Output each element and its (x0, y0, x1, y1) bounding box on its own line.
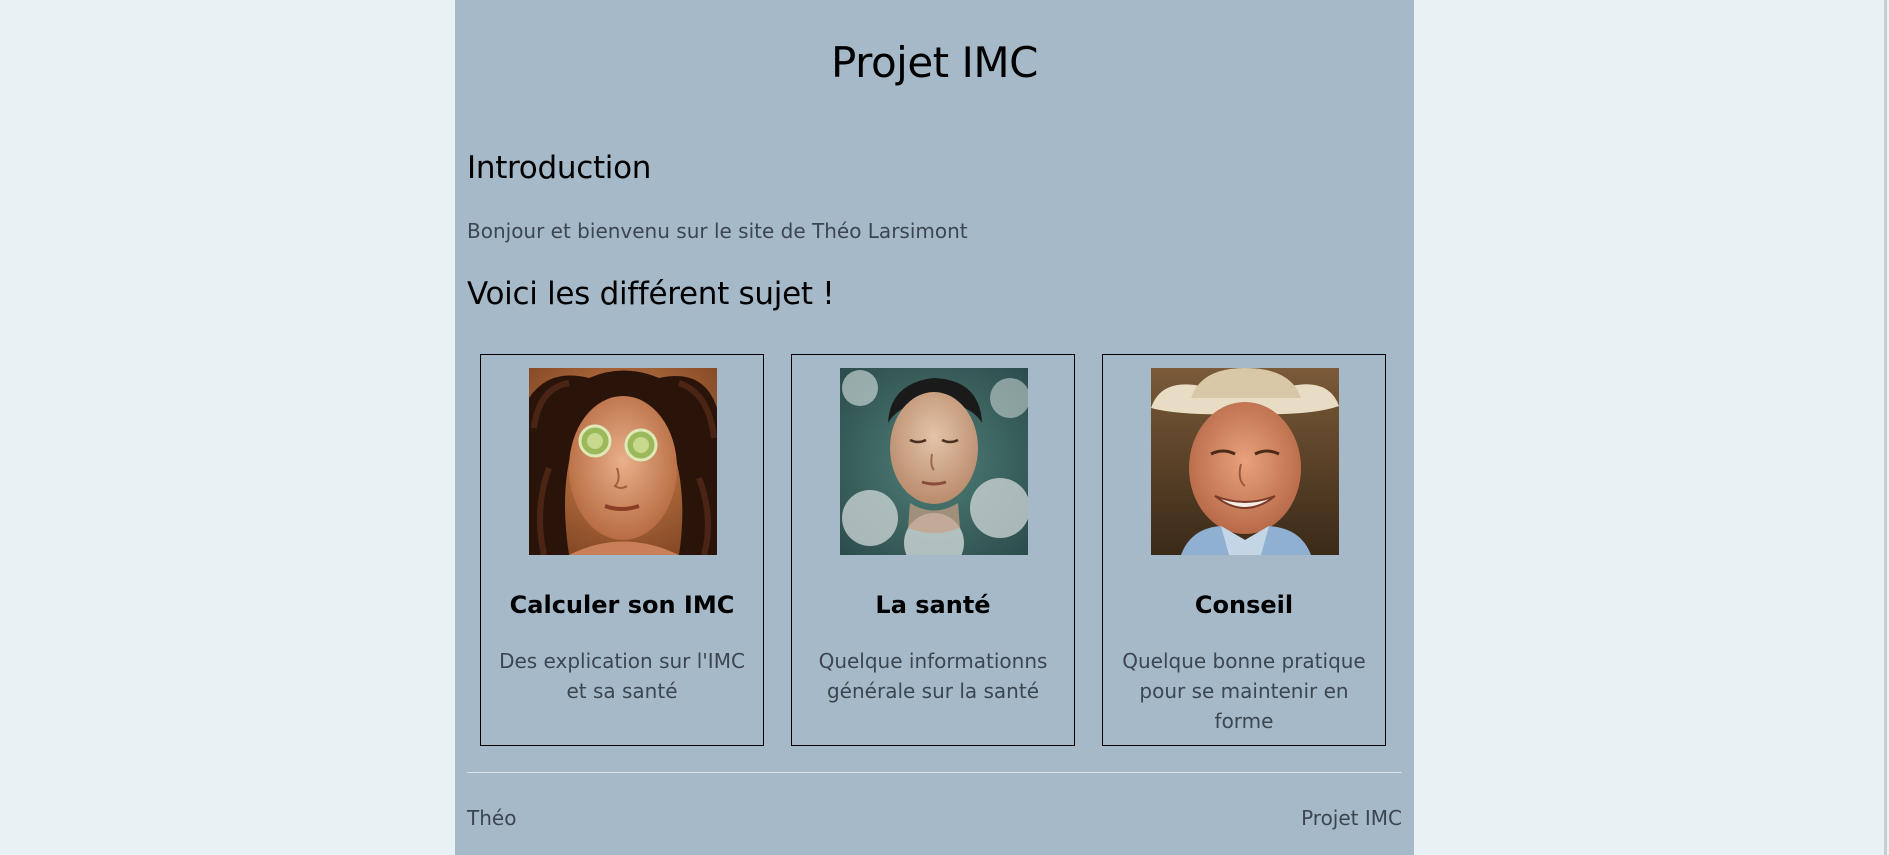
topic-card-calculer-imc[interactable]: Calculer son IMC Des explication sur l'I… (480, 354, 764, 746)
card-title: Conseil (1194, 591, 1294, 619)
topic-card-conseil[interactable]: Conseil Quelque bonne pratique pour se m… (1102, 354, 1386, 746)
card-title: Calculer son IMC (509, 591, 735, 619)
main-container: Projet IMC Introduction Bonjour et bienv… (455, 0, 1414, 855)
topic-card-la-sante[interactable]: La santé Quelque informationns générale … (791, 354, 1075, 746)
intro-text: Bonjour et bienvenu sur le site de Théo … (467, 219, 968, 243)
card-description: Quelque bonne pratique pour se maintenir… (1122, 649, 1366, 733)
footer-author: Théo (467, 806, 517, 830)
scrollbar-thumb[interactable] (1884, 0, 1887, 855)
woman-cucumber-photo (529, 368, 717, 555)
card-description: Quelque informationns générale sur la sa… (818, 649, 1048, 703)
footer-divider (467, 772, 1402, 773)
cowboy-man-photo (1151, 368, 1339, 555)
topics-heading: Voici les différent sujet ! (467, 276, 835, 312)
footer-project-name: Projet IMC (1301, 806, 1402, 830)
card-title: La santé (875, 591, 991, 619)
man-bath-photo (840, 368, 1028, 555)
intro-heading: Introduction (467, 150, 652, 186)
site-title: Projet IMC (831, 38, 1038, 87)
card-description: Des explication sur l'IMC et sa santé (499, 649, 745, 703)
page-scrollbar[interactable] (1883, 0, 1889, 855)
